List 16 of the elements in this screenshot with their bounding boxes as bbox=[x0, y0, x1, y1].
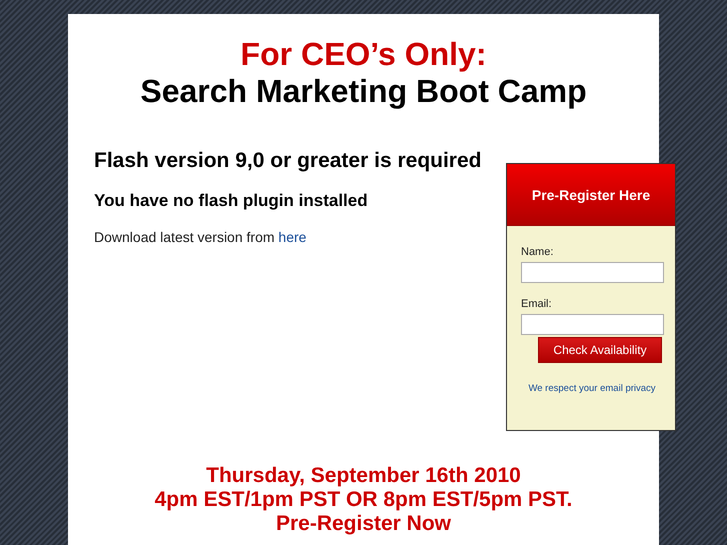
input-field[interactable] bbox=[521, 314, 664, 335]
event-text: Thursday, September 16th 2010 bbox=[206, 464, 521, 488]
notice-subheading: You have no flash plugin installed bbox=[94, 190, 368, 212]
notice-heading: Flash version 9,0 or greater is required bbox=[94, 148, 482, 174]
headline: For CEO’s Only: bbox=[240, 36, 486, 73]
download-text: Download latest version from here bbox=[94, 228, 306, 246]
field-label: Email: bbox=[521, 298, 552, 310]
event-text: Pre-Register Now bbox=[276, 512, 452, 536]
download-link[interactable]: here bbox=[278, 229, 306, 245]
event-text: 4pm EST/1pm PST OR 8pm EST/5pm PST. bbox=[154, 488, 572, 512]
headline: Search Marketing Boot Camp bbox=[140, 73, 587, 110]
check-availability-button[interactable]: Check Availability bbox=[538, 337, 662, 363]
field-label: Name: bbox=[521, 246, 554, 258]
form-title: Pre-Register Here bbox=[507, 164, 675, 226]
privacy-link[interactable]: We respect your email privacy bbox=[528, 383, 656, 394]
input-field[interactable] bbox=[521, 262, 664, 283]
